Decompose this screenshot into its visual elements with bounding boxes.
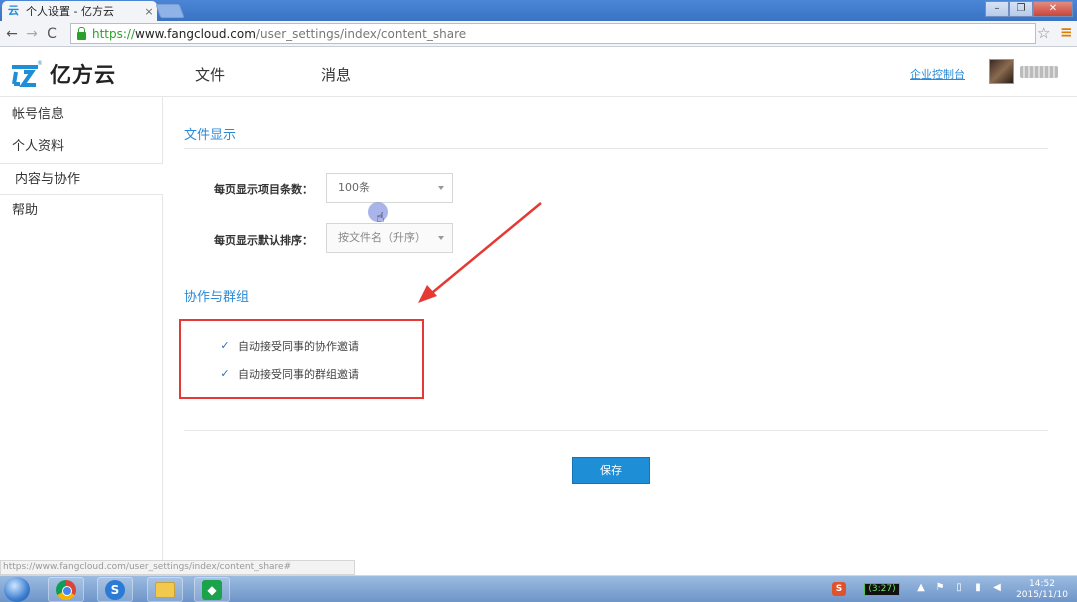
new-tab-button[interactable] — [155, 4, 185, 18]
admin-console-link[interactable]: 企业控制台 — [910, 66, 965, 82]
lock-icon — [77, 26, 86, 40]
ime-tray-icon[interactable]: S — [832, 582, 846, 596]
fangcloud-sync-icon: ◆ — [202, 579, 222, 600]
taskbar-chrome[interactable] — [48, 577, 84, 602]
url-text: https://www.fangcloud.com/user_settings/… — [92, 26, 467, 41]
default-sort-label: 每页显示默认排序： — [214, 234, 313, 247]
svg-text:®: ® — [37, 60, 42, 67]
fangcloud-favicon-icon: 云 — [8, 4, 19, 17]
browser-titlebar: 云 个人设置 - 亿方云 × – ❐ ✕ — [0, 0, 1077, 21]
nav-messages[interactable]: 消息 — [321, 64, 351, 85]
chevron-down-icon — [438, 186, 444, 190]
battery-icon[interactable]: ▯ — [953, 582, 965, 596]
items-per-page-value: 100条 — [338, 181, 370, 194]
reload-icon[interactable]: C — [42, 26, 62, 42]
avatar[interactable] — [989, 59, 1014, 84]
divider — [184, 430, 1048, 431]
logo[interactable]: ® 亿方云 — [10, 59, 116, 89]
action-center-icon[interactable]: ⚑ — [934, 582, 946, 596]
browser-toolbar: ← → C https://www.fangcloud.com/user_set… — [0, 21, 1077, 47]
minimize-button[interactable]: – — [985, 1, 1009, 17]
browser-tab[interactable]: 云 个人设置 - 亿方云 × — [2, 1, 157, 21]
app-header: ® 亿方云 文件 消息 企业控制台 — [0, 47, 1077, 97]
clock-time: 14:52 — [1029, 579, 1055, 589]
tab-close-icon[interactable]: × — [141, 5, 157, 18]
settings-sidebar: 帐号信息 个人资料 内容与协作 帮助 — [0, 97, 163, 575]
taskbar-fangcloud[interactable]: ◆ — [194, 577, 230, 602]
nav-files[interactable]: 文件 — [195, 64, 225, 85]
back-icon[interactable]: ← — [2, 26, 22, 42]
forward-icon[interactable]: → — [22, 26, 42, 42]
address-bar[interactable]: https://www.fangcloud.com/user_settings/… — [70, 23, 1036, 44]
sogou-icon: S — [105, 579, 125, 600]
clock-date: 2015/11/10 — [1016, 590, 1068, 600]
tray-arrow-icon[interactable]: ▲ — [915, 582, 927, 596]
windows-taskbar: S ◆ S (3:27) ▲ ⚑ ▯ ▮ ◀ 14:52 2015/11/10 — [0, 575, 1077, 602]
settings-main: 文件显示 每页显示项目条数： 100条 每页显示默认排序： 按文件名（升序） 协… — [163, 97, 1077, 575]
folder-icon — [155, 581, 175, 598]
chrome-menu-icon[interactable]: ≡ — [1060, 23, 1074, 41]
chrome-icon — [56, 579, 76, 600]
fangcloud-logo-icon: ® — [12, 60, 42, 87]
logo-text: 亿方云 — [50, 63, 116, 87]
items-per-page-label: 每页显示项目条数： — [214, 183, 313, 196]
section-title-collab: 协作与群组 — [184, 290, 250, 305]
hand-cursor-icon: ☝ — [376, 210, 385, 226]
close-window-button[interactable]: ✕ — [1033, 1, 1073, 17]
network-icon[interactable]: ▮ — [972, 582, 984, 596]
sidebar-item-profile[interactable]: 个人资料 — [0, 131, 162, 163]
recording-timer[interactable]: (3:27) — [864, 583, 900, 596]
sidebar-item-account[interactable]: 帐号信息 — [0, 99, 162, 131]
taskbar-clock[interactable]: 14:52 2015/11/10 — [1012, 579, 1072, 601]
window-controls: – ❐ ✕ — [985, 1, 1073, 17]
start-button[interactable] — [4, 577, 30, 602]
volume-icon[interactable]: ◀ — [991, 582, 1003, 596]
system-tray: ▲ ⚑ ▯ ▮ ◀ — [915, 582, 1003, 596]
annotation-highlight-box — [179, 319, 424, 399]
save-button[interactable]: 保存 — [572, 457, 650, 484]
bookmark-star-icon[interactable]: ☆ — [1037, 24, 1050, 42]
annotation-arrow-icon — [418, 202, 542, 303]
taskbar-explorer[interactable] — [147, 577, 183, 602]
restore-button[interactable]: ❐ — [1009, 1, 1033, 17]
sidebar-item-content-collab[interactable]: 内容与协作 — [0, 163, 163, 195]
tab-title: 个人设置 - 亿方云 — [26, 5, 114, 18]
link-status-bar: https://www.fangcloud.com/user_settings/… — [0, 560, 355, 575]
divider — [184, 148, 1048, 149]
taskbar-sogou[interactable]: S — [97, 577, 133, 602]
username-blurred[interactable] — [1020, 66, 1058, 78]
sidebar-item-help[interactable]: 帮助 — [0, 195, 162, 227]
section-title-file-display: 文件显示 — [184, 128, 237, 143]
